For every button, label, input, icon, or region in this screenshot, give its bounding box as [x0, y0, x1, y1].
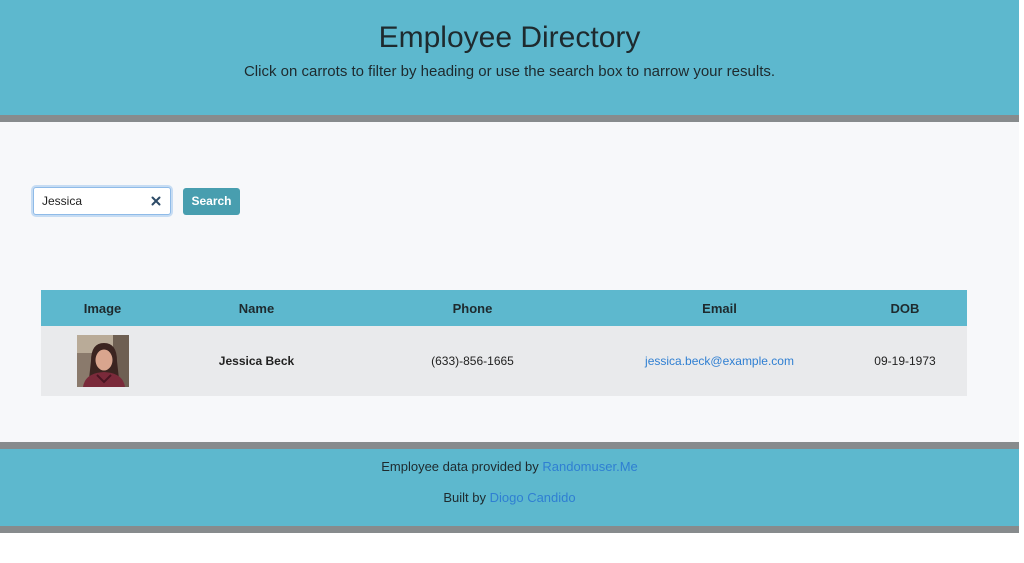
avatar — [76, 335, 129, 387]
header-divider — [0, 115, 1019, 122]
search-button[interactable]: Search — [183, 188, 240, 215]
footer-author-text: Built by — [443, 490, 490, 505]
page-footer: Employee data provided by Randomuser.Me … — [0, 449, 1019, 526]
footer-bottom-divider — [0, 526, 1019, 533]
footer-top-divider — [0, 442, 1019, 449]
column-header-image[interactable]: Image — [41, 290, 164, 326]
randomuser-link[interactable]: Randomuser.Me — [542, 459, 637, 474]
email-link[interactable]: jessica.beck@example.com — [645, 354, 794, 368]
page: Employee Directory Click on carrots to f… — [0, 0, 1024, 563]
footer-author: Built by Diogo Candido — [0, 489, 1019, 507]
cell-name: Jessica Beck — [164, 326, 349, 396]
cell-image — [41, 326, 164, 396]
page-subtitle: Click on carrots to filter by heading or… — [243, 63, 776, 80]
cell-email: jessica.beck@example.com — [596, 326, 843, 396]
table-header-row: Image Name Phone Email DOB — [41, 290, 967, 326]
column-header-name[interactable]: Name — [164, 290, 349, 326]
close-icon[interactable] — [150, 195, 162, 207]
page-header: Employee Directory Click on carrots to f… — [0, 0, 1019, 115]
cell-phone: (633)-856-1665 — [349, 326, 596, 396]
footer-credit: Employee data provided by Randomuser.Me — [0, 458, 1019, 476]
page-title: Employee Directory — [378, 21, 641, 54]
cell-dob: 09-19-1973 — [843, 326, 967, 396]
footer-credit-text: Employee data provided by — [381, 459, 543, 474]
author-link[interactable]: Diogo Candido — [490, 490, 576, 505]
search-input[interactable] — [42, 192, 142, 210]
main-content: Search Image Name Phone Email DOB — [0, 122, 1019, 442]
column-header-dob[interactable]: DOB — [843, 290, 967, 326]
employee-table: Image Name Phone Email DOB Jessica Beck … — [41, 290, 967, 396]
column-header-phone[interactable]: Phone — [349, 290, 596, 326]
table-row: Jessica Beck (633)-856-1665 jessica.beck… — [41, 326, 967, 396]
column-header-email[interactable]: Email — [596, 290, 843, 326]
search-box[interactable] — [33, 187, 171, 215]
